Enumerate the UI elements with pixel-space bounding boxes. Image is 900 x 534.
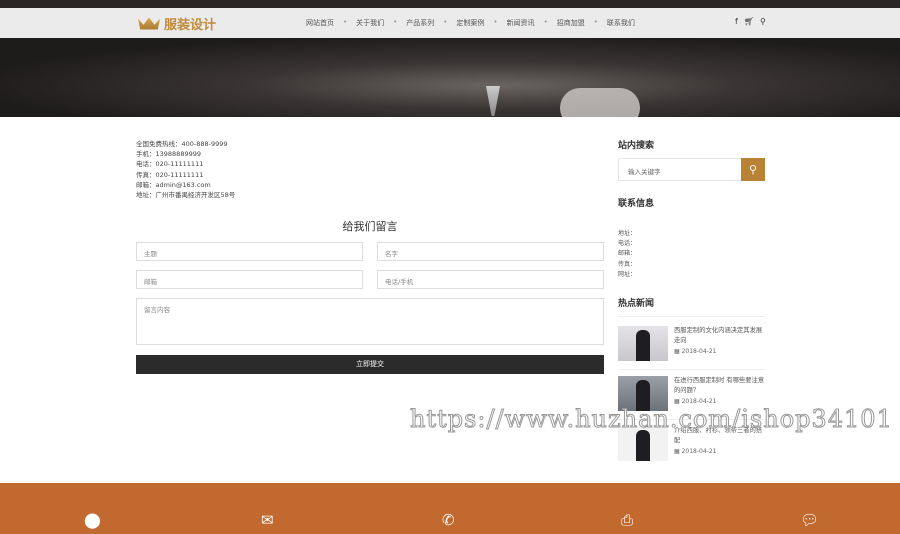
menu-item-cases[interactable]: 定制案例 xyxy=(456,18,484,28)
menu-item-news[interactable]: 新闻资讯 xyxy=(507,18,535,28)
separator: • xyxy=(543,18,548,26)
separator: • xyxy=(443,18,448,26)
name-input[interactable]: 名字 xyxy=(377,242,604,261)
address: 地址：广州市番禺经济开发区58号 xyxy=(136,191,236,200)
menu-item-contact[interactable]: 联系我们 xyxy=(607,18,635,28)
contact-field: 邮箱： xyxy=(618,250,637,258)
phone-icon: ✆ xyxy=(442,511,455,529)
menu-item-products[interactable]: 产品系列 xyxy=(406,18,434,28)
news-title[interactable]: 在进行西服定制时 有哪些要注意的问题？ xyxy=(674,376,765,396)
location-icon: ⬤ xyxy=(84,511,101,529)
navbar: 服装设计 网站首页 • 关于我们 • 产品系列 • 定制案例 • 新闻资讯 • 招商加盟 •… xyxy=(0,8,900,38)
footer: ⬤ ✉ ✆ ⎙ 💬︎ xyxy=(0,483,900,534)
news-date: ▦ 2018-04-21 xyxy=(674,448,717,455)
search-icon[interactable]: ⚲ xyxy=(760,17,766,26)
menu-item-home[interactable]: 网站首页 xyxy=(306,18,334,28)
crown-icon xyxy=(138,17,160,30)
mobile: 手机：13988889999 xyxy=(136,150,201,159)
divider xyxy=(618,369,765,370)
form-title: 给我们留言 xyxy=(342,220,398,233)
date-text: 2018-04-21 xyxy=(681,398,717,405)
fax: 传真：020-11111111 xyxy=(136,170,204,179)
contact-field: 地址： xyxy=(618,230,637,237)
contact-info-title: 联系信息 xyxy=(618,199,655,209)
logo[interactable]: 服装设计 xyxy=(138,14,216,33)
main-menu: 网站首页 • 关于我们 • 产品系列 • 定制案例 • 新闻资讯 • 招商加盟 • 联系我们 xyxy=(306,18,635,28)
divider xyxy=(618,316,765,317)
facebook-icon[interactable]: f xyxy=(735,17,738,26)
top-bar xyxy=(0,0,900,8)
search-button[interactable]: ⚲ xyxy=(741,158,765,181)
menu-item-about[interactable]: 关于我们 xyxy=(356,18,384,28)
email-input[interactable]: 邮箱 xyxy=(136,270,363,289)
contact-field: 网址： xyxy=(618,270,637,278)
phone: 电话：020-11111111 xyxy=(136,160,204,169)
search-title: 站内搜索 xyxy=(618,141,655,151)
email: 邮箱：admin@163.com xyxy=(136,180,211,189)
separator: • xyxy=(493,18,498,26)
banner-hand-image xyxy=(560,88,640,117)
wechat-icon: 💬︎ xyxy=(800,511,820,529)
news-item[interactable]: 西服定制的文化内涵决定其发展走向 ▦ 2018-04-21 xyxy=(618,326,765,366)
search-input[interactable]: 输入关键字 xyxy=(628,166,661,176)
date-text: 2018-04-21 xyxy=(681,348,717,355)
watermark: https://www.huzhan.com/ishop34101 xyxy=(410,405,893,434)
hot-news-title: 热点新闻 xyxy=(618,299,655,309)
contact-block: 全国免费热线：400-888-9999 手机：13988889999 电话：02… xyxy=(136,139,235,200)
cart-icon[interactable]: 🛒︎ xyxy=(744,17,754,26)
contact-field: 传真： xyxy=(618,260,637,268)
hero-banner xyxy=(0,38,900,117)
menu-item-join[interactable]: 招商加盟 xyxy=(557,18,585,28)
search-box: 输入关键字 ⚲ xyxy=(618,158,765,181)
submit-button[interactable]: 立即提交 xyxy=(136,355,604,374)
separator: • xyxy=(343,18,348,26)
news-date: ▦ 2018-04-21 xyxy=(674,398,717,405)
separator: • xyxy=(393,18,398,26)
news-thumbnail[interactable] xyxy=(618,326,668,361)
separator: • xyxy=(593,18,598,26)
news-title[interactable]: 西服定制的文化内涵决定其发展走向 xyxy=(674,326,765,346)
contact-info: 地址： 电话： 邮箱： 传真： 网址： xyxy=(618,229,636,280)
date-text: 2018-04-21 xyxy=(681,448,717,455)
logo-text: 服装设计 xyxy=(164,18,217,33)
news-date: ▦ 2018-04-21 xyxy=(674,348,717,355)
printer-icon: ⎙ xyxy=(621,511,634,529)
contact-field: 电话： xyxy=(618,240,637,248)
subject-input[interactable]: 主题 xyxy=(136,242,363,261)
mail-icon: ✉ xyxy=(261,511,274,529)
hotline: 全国免费热线：400-888-9999 xyxy=(136,140,228,148)
banner-glass-image xyxy=(486,86,500,116)
phone-input[interactable]: 电话/手机 xyxy=(377,270,604,289)
message-textarea[interactable]: 留言内容 xyxy=(136,298,604,345)
